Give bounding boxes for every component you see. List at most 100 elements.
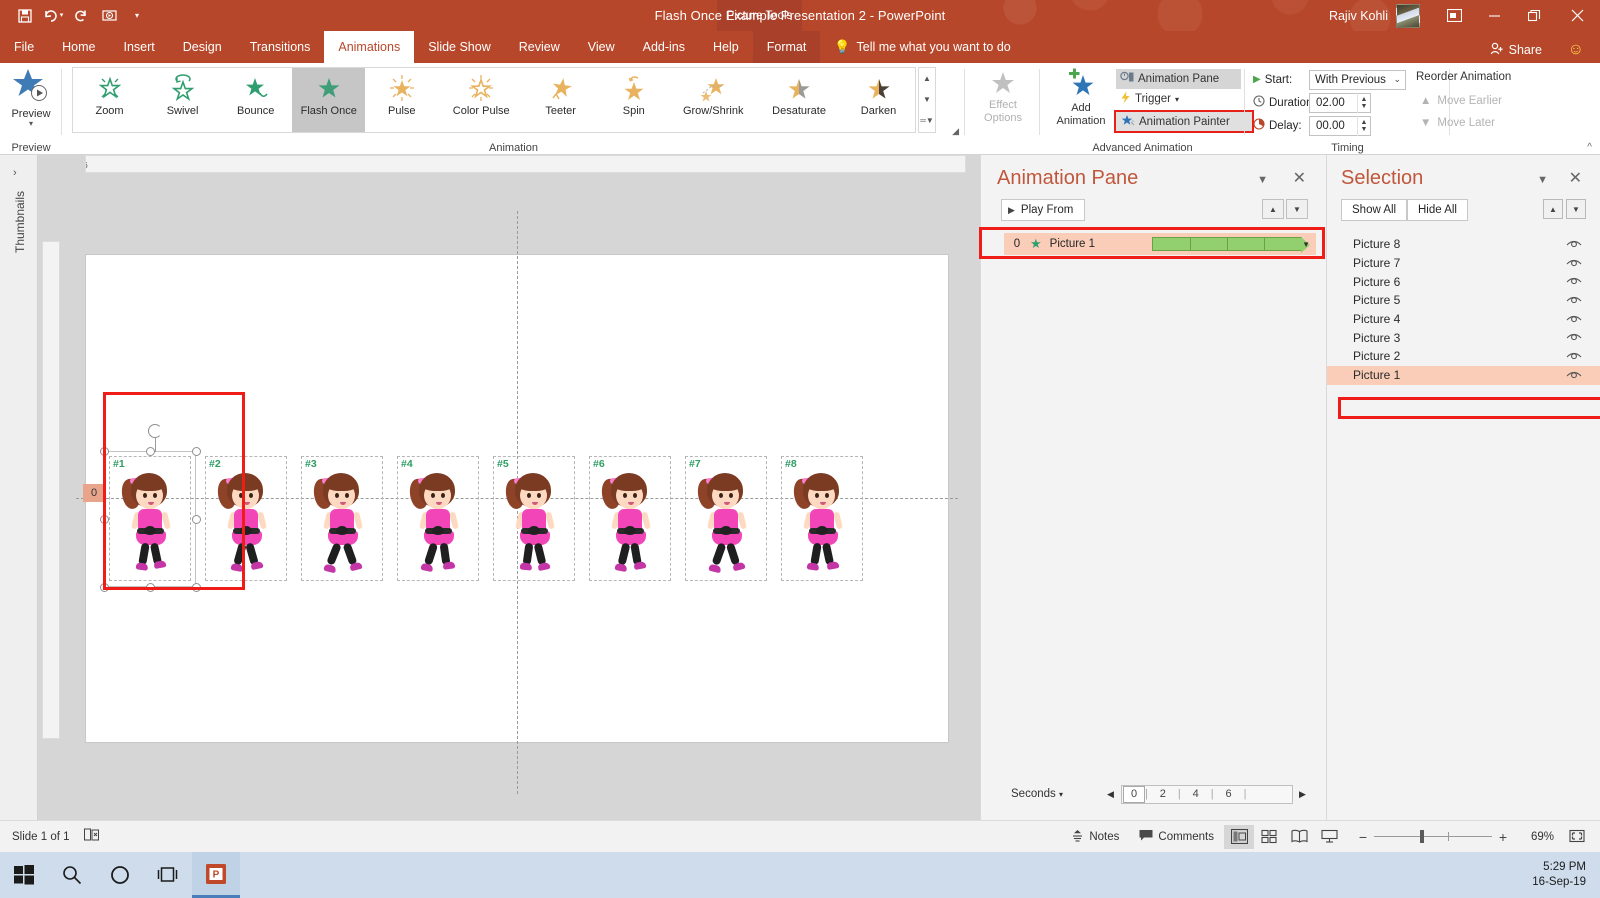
resize-handle-ne[interactable]	[192, 447, 201, 456]
timing-delay-input[interactable]: 00.00 ▲ ▼	[1309, 115, 1371, 136]
tab-insert[interactable]: Insert	[110, 31, 169, 63]
trigger-button[interactable]: Trigger ▾	[1116, 89, 1241, 109]
chevron-down-icon[interactable]: ▾	[1059, 790, 1063, 799]
feedback-smiley-icon[interactable]: ☺	[1568, 41, 1584, 59]
duration-stepper[interactable]: ▲ ▼	[1357, 92, 1370, 113]
selection-item-picture-4[interactable]: Picture 4	[1327, 310, 1600, 329]
preview-button[interactable]: Preview ▾	[6, 66, 56, 130]
notes-button[interactable]: Notes	[1061, 824, 1129, 850]
animation-effect-bounce[interactable]: Bounce	[219, 68, 292, 132]
gallery-more-icon[interactable]: ═▼	[920, 117, 934, 125]
gallery-scroll-up-icon[interactable]: ▲	[923, 74, 931, 83]
accessibility-checker-icon[interactable]	[83, 828, 100, 845]
play-from-button[interactable]: ▶ Play From	[1001, 199, 1085, 221]
chevron-down-icon[interactable]: ▾	[29, 120, 33, 128]
zoom-in-button[interactable]: +	[1492, 829, 1514, 845]
effect-options-button[interactable]: Effect Options	[971, 67, 1035, 133]
visibility-eye-icon[interactable]	[1566, 313, 1582, 327]
selection-item-picture-6[interactable]: Picture 6	[1327, 272, 1600, 291]
tab-file[interactable]: File	[0, 31, 48, 63]
fit-slide-to-window-icon[interactable]	[1562, 825, 1592, 849]
visibility-eye-icon[interactable]	[1566, 294, 1582, 308]
animation-effect-grow-shrink[interactable]: Grow/Shrink	[670, 68, 756, 132]
tab-view[interactable]: View	[574, 31, 629, 63]
tab-transitions[interactable]: Transitions	[236, 31, 325, 63]
visibility-eye-icon[interactable]	[1566, 350, 1582, 364]
picture-4-frame[interactable]: #4	[397, 456, 479, 581]
delay-stepper[interactable]: ▲ ▼	[1357, 115, 1370, 136]
animation-effect-pulse[interactable]: Pulse	[365, 68, 438, 132]
selection-pane-options-icon[interactable]: ▼	[1537, 174, 1548, 186]
animation-move-down-icon[interactable]: ▼	[1286, 199, 1308, 219]
tab-design[interactable]: Design	[169, 31, 236, 63]
resize-handle-s[interactable]	[146, 583, 155, 592]
tab-format[interactable]: Format	[752, 31, 821, 63]
tab-home[interactable]: Home	[48, 31, 109, 63]
animation-move-up-icon[interactable]: ▲	[1262, 199, 1284, 219]
slide-canvas[interactable]: #1 0 #2 #3 #4 #5 #6 #7 #8	[76, 211, 958, 794]
animation-order-badge[interactable]: 0	[83, 484, 105, 502]
customize-qat-icon[interactable]: ▾	[124, 4, 150, 28]
tab-add-ins[interactable]: Add-ins	[629, 31, 699, 63]
picture-6-frame[interactable]: #6	[589, 456, 671, 581]
rotate-handle[interactable]	[148, 424, 162, 438]
animation-effect-teeter[interactable]: Teeter	[524, 68, 597, 132]
visibility-eye-icon[interactable]	[1566, 275, 1582, 289]
picture-3-frame[interactable]: #3	[301, 456, 383, 581]
animation-effects-gallery[interactable]: Zoom Swivel Bounce Flash Once Pulse Colo…	[72, 67, 916, 133]
chevron-down-icon[interactable]: ⌄	[1393, 74, 1401, 85]
animation-effect-color-pulse[interactable]: Color Pulse	[438, 68, 524, 132]
zoom-out-button[interactable]: −	[1352, 829, 1374, 845]
selection-item-picture-1[interactable]: Picture 1	[1327, 365, 1600, 385]
minimize-button[interactable]	[1474, 0, 1514, 31]
picture-5-frame[interactable]: #5	[493, 456, 575, 581]
tab-review[interactable]: Review	[505, 31, 574, 63]
normal-view-button[interactable]	[1224, 824, 1254, 849]
picture-1-selection-handles[interactable]: 0	[83, 424, 201, 592]
resize-handle-sw[interactable]	[100, 583, 109, 592]
selection-item-picture-2[interactable]: Picture 2	[1327, 347, 1600, 366]
comments-button[interactable]: Comments	[1129, 824, 1224, 850]
task-view-icon[interactable]	[144, 852, 192, 898]
resize-handle-w[interactable]	[100, 515, 109, 524]
animation-list-item-picture-1[interactable]: 0 ★ Picture 1 ▼	[1004, 233, 1316, 255]
selection-item-picture-3[interactable]: Picture 3	[1327, 328, 1600, 347]
search-icon[interactable]	[48, 852, 96, 898]
animation-painter-button[interactable]: Animation Painter	[1114, 110, 1254, 133]
visibility-eye-icon[interactable]	[1566, 238, 1582, 252]
resize-handle-nw[interactable]	[100, 447, 109, 456]
timing-duration-input[interactable]: 02.00 ▲ ▼	[1309, 92, 1371, 113]
start-from-beginning-icon[interactable]	[96, 4, 122, 28]
timing-start-select[interactable]: With Previous ⌄	[1309, 69, 1406, 90]
undo-icon[interactable]: ▾	[40, 4, 66, 28]
selection-item-picture-7[interactable]: Picture 7	[1327, 254, 1600, 273]
add-animation-button[interactable]: Add Animation	[1050, 68, 1112, 134]
picture-7-frame[interactable]: #7	[685, 456, 767, 581]
zoom-slider[interactable]: − +	[1352, 829, 1514, 845]
animation-pane-close-icon[interactable]: ✕	[1293, 168, 1306, 188]
start-button[interactable]	[0, 852, 48, 898]
expand-thumbnails-icon[interactable]: ›	[13, 167, 17, 179]
cortana-icon[interactable]	[96, 852, 144, 898]
timeline-scroll-right-icon[interactable]: ▶	[1299, 789, 1306, 800]
picture-8-frame[interactable]: #8	[781, 456, 863, 581]
tell-me-box[interactable]: 💡 Tell me what you want to do	[820, 31, 1010, 63]
picture-2-frame[interactable]: #2	[205, 456, 287, 581]
powerpoint-taskbar-icon[interactable]: P	[192, 852, 240, 898]
animation-effect-zoom[interactable]: Zoom	[73, 68, 146, 132]
animation-effect-flash-once[interactable]: Flash Once	[292, 68, 366, 132]
avatar[interactable]	[1396, 3, 1420, 28]
user-name[interactable]: Rajiv Kohli	[1329, 9, 1388, 23]
ribbon-display-options-icon[interactable]	[1434, 0, 1474, 31]
animation-pane-button[interactable]: Animation Pane	[1116, 69, 1241, 89]
resize-handle-n[interactable]	[146, 447, 155, 456]
animation-pane-options-icon[interactable]: ▼	[1257, 174, 1268, 186]
system-clock[interactable]: 5:29 PM 16-Sep-19	[1532, 860, 1586, 890]
reading-view-button[interactable]	[1284, 825, 1314, 849]
redo-icon[interactable]	[68, 4, 94, 28]
tab-animations[interactable]: Animations	[324, 31, 415, 63]
tab-slide-show[interactable]: Slide Show	[414, 31, 505, 63]
animation-dialog-launcher[interactable]: ◢	[952, 126, 959, 137]
resize-handle-se[interactable]	[192, 583, 201, 592]
selection-pane-close-icon[interactable]: ✕	[1569, 168, 1582, 188]
